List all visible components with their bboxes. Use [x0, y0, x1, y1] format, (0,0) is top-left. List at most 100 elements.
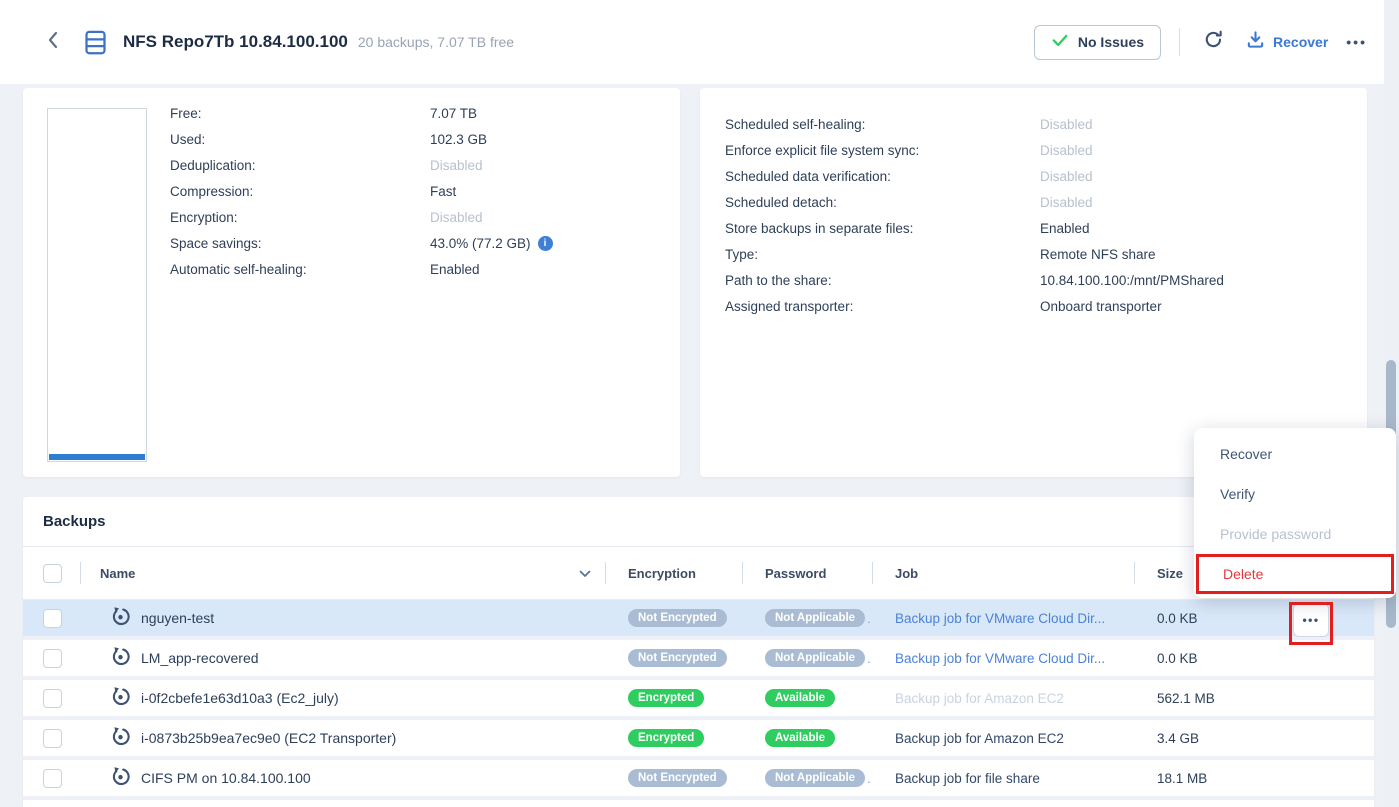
detail-label: Automatic self-healing: — [170, 262, 430, 277]
password-cell: Not Applicable... — [742, 769, 872, 787]
backup-name-label: i-0873b25b9ea7ec9e0 (EC2 Transporter) — [141, 730, 396, 746]
backup-context-menu: RecoverVerifyProvide passwordDelete — [1194, 428, 1396, 598]
password-badge: Available — [765, 689, 835, 707]
detail-label: Path to the share: — [725, 273, 1040, 288]
summary-detail-list: Free:7.07 TBUsed:102.3 GBDeduplication:D… — [170, 88, 664, 282]
sort-chevron-down-icon[interactable] — [579, 566, 591, 581]
detail-label: Enforce explicit file system sync: — [725, 143, 1040, 158]
backups-table-header: Name Encryption Password Job Size — [23, 547, 1374, 600]
row-checkbox-cell — [23, 729, 80, 748]
detail-value: Disabled — [430, 210, 483, 225]
detail-label: Free: — [170, 106, 430, 121]
size-value: 0.0 KB — [1157, 611, 1198, 626]
backup-name-cell[interactable]: CIFS PM on 10.84.100.100 — [80, 766, 605, 790]
column-header-encryption[interactable]: Encryption — [605, 547, 742, 599]
table-row[interactable]: CIFS PM on 10.84.100.100 Not Encrypted Not… — [23, 760, 1374, 800]
password-cell: Available — [742, 729, 872, 747]
menu-item-recover[interactable]: Recover — [1194, 434, 1396, 474]
refresh-button[interactable] — [1198, 27, 1228, 57]
password-badge: Not Applicable — [765, 609, 865, 627]
backup-name-cell[interactable]: i-0873b25b9ea7ec9e0 (EC2 Transporter) — [80, 726, 605, 750]
storage-gauge — [47, 108, 147, 462]
detail-label: Space savings: — [170, 236, 430, 251]
job-link[interactable]: Backup job for Amazon EC2 — [895, 731, 1064, 746]
detail-value: 7.07 TB — [430, 106, 477, 121]
restore-point-icon — [110, 726, 131, 750]
backup-name-label: nguyen-test — [141, 610, 214, 626]
row-checkbox[interactable] — [43, 689, 62, 708]
job-link[interactable]: Backup job for VMware Cloud Dir... — [895, 651, 1105, 666]
column-header-name-label: Name — [100, 566, 135, 581]
row-checkbox[interactable] — [43, 649, 62, 668]
header-checkbox-cell — [23, 547, 80, 599]
column-header-name[interactable]: Name — [80, 547, 605, 599]
backup-name-cell[interactable]: i-0f2cbefe1e63d10a3 (Ec2_july) — [80, 686, 605, 710]
no-issues-button[interactable]: No Issues — [1034, 25, 1161, 60]
storage-summary-card: Free:7.07 TBUsed:102.3 GBDeduplication:D… — [23, 88, 680, 477]
size-cell: 0.0 KB — [1134, 651, 1269, 666]
recover-button[interactable]: Recover — [1246, 30, 1328, 54]
backups-heading: Backups — [23, 497, 1374, 547]
check-icon — [1051, 32, 1069, 53]
backup-name-label: LM_app-recovered — [141, 650, 259, 666]
detail-value: Disabled — [1040, 169, 1093, 184]
backup-name-label: i-0f2cbefe1e63d10a3 (Ec2_july) — [141, 690, 339, 706]
column-header-password[interactable]: Password — [742, 547, 872, 599]
table-row[interactable]: i-0f2cbefe1e63d10a3 (Ec2_july) Encrypted A… — [23, 680, 1374, 720]
repository-settings-card: Scheduled self-healing:DisabledEnforce e… — [700, 88, 1367, 477]
restore-point-icon — [110, 766, 131, 790]
size-value: 18.1 MB — [1157, 771, 1207, 786]
detail-row: Free:7.07 TB — [170, 100, 664, 126]
column-header-job[interactable]: Job — [872, 547, 1134, 599]
encryption-badge: Encrypted — [628, 729, 704, 747]
detail-row: Enforce explicit file system sync:Disabl… — [725, 137, 1351, 163]
detail-label: Assigned transporter: — [725, 299, 1040, 314]
row-checkbox[interactable] — [43, 609, 62, 628]
encryption-cell: Not Encrypted — [605, 609, 742, 627]
storage-gauge-used-bar — [49, 454, 145, 460]
detail-label: Store backups in separate files: — [725, 221, 1040, 236]
menu-item-verify[interactable]: Verify — [1194, 474, 1396, 514]
job-link[interactable]: Backup job for file share — [895, 771, 1040, 786]
encryption-cell: Encrypted — [605, 689, 742, 707]
back-button[interactable] — [40, 29, 66, 55]
more-actions-button[interactable]: ••• — [1346, 34, 1367, 50]
table-row[interactable]: nguyen-testNot EncryptedNot Applicable..… — [23, 600, 1374, 640]
row-checkbox[interactable] — [43, 769, 62, 788]
encryption-badge: Not Encrypted — [628, 769, 727, 787]
row-checkbox-cell — [23, 689, 80, 708]
password-cell: Available — [742, 689, 872, 707]
backup-name-cell[interactable]: nguyen-test — [80, 606, 605, 630]
row-checkbox[interactable] — [43, 729, 62, 748]
detail-row: Compression:Fast — [170, 178, 664, 204]
detail-value: Onboard transporter — [1040, 299, 1162, 314]
detail-row: Scheduled data verification:Disabled — [725, 163, 1351, 189]
job-link[interactable]: Backup job for VMware Cloud Dir... — [895, 611, 1105, 626]
table-row[interactable]: i-0873b25b9ea7ec9e0 (EC2 Transporter) Enc… — [23, 720, 1374, 760]
backup-name-label: CIFS PM on 10.84.100.100 — [141, 770, 311, 786]
detail-label: Scheduled self-healing: — [725, 117, 1040, 132]
size-cell: 3.4 GB — [1134, 731, 1269, 746]
recover-label: Recover — [1273, 34, 1328, 50]
detail-row: Used:102.3 GB — [170, 126, 664, 152]
repository-detail-page: NFS Repo7Tb 10.84.100.100 20 backups, 7.… — [0, 0, 1399, 807]
restore-point-icon — [110, 606, 131, 630]
select-all-checkbox[interactable] — [43, 564, 62, 583]
chevron-left-icon — [45, 30, 61, 55]
info-icon[interactable]: i — [538, 236, 553, 251]
menu-item-provide-password: Provide password — [1194, 514, 1396, 554]
menu-item-delete[interactable]: Delete — [1196, 554, 1394, 594]
detail-label: Type: — [725, 247, 1040, 262]
detail-value: Enabled — [430, 262, 480, 277]
encryption-cell: Encrypted — [605, 729, 742, 747]
top-bar-actions: No Issues Recover ••• — [1034, 0, 1367, 84]
detail-value: Fast — [430, 184, 456, 199]
backup-name-cell[interactable]: LM_app-recovered — [80, 646, 605, 670]
job-cell: Backup job for file share — [872, 771, 1134, 786]
detail-value: Disabled — [1040, 195, 1093, 210]
toolbar-divider — [1179, 28, 1180, 56]
table-row[interactable]: LM_app-recoveredNot EncryptedNot Applica… — [23, 640, 1374, 680]
encryption-badge: Not Encrypted — [628, 609, 727, 627]
size-cell: 0.0 KB — [1134, 611, 1269, 626]
row-actions-button[interactable]: ••• — [1293, 603, 1329, 637]
